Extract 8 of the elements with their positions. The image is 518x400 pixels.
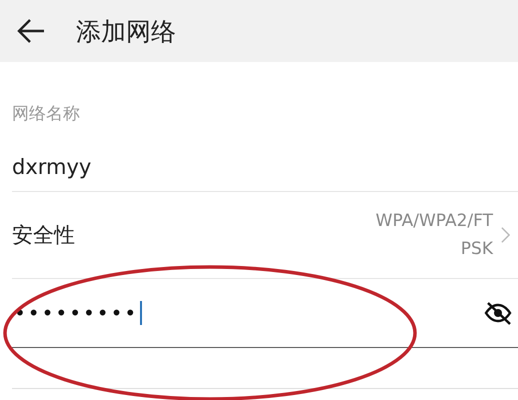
eye-slash-icon[interactable] — [484, 301, 512, 325]
security-label: 安全性 — [12, 222, 76, 249]
security-value[interactable]: WPA/WPA2/FT PSK — [353, 207, 493, 263]
page-title: 添加网络 — [76, 16, 176, 48]
back-arrow-icon[interactable] — [16, 18, 46, 44]
network-name-field[interactable]: dxrmyy — [12, 155, 518, 191]
password-field[interactable]: ••••••••• — [12, 301, 484, 325]
field-label: 网络名称 — [12, 103, 81, 125]
